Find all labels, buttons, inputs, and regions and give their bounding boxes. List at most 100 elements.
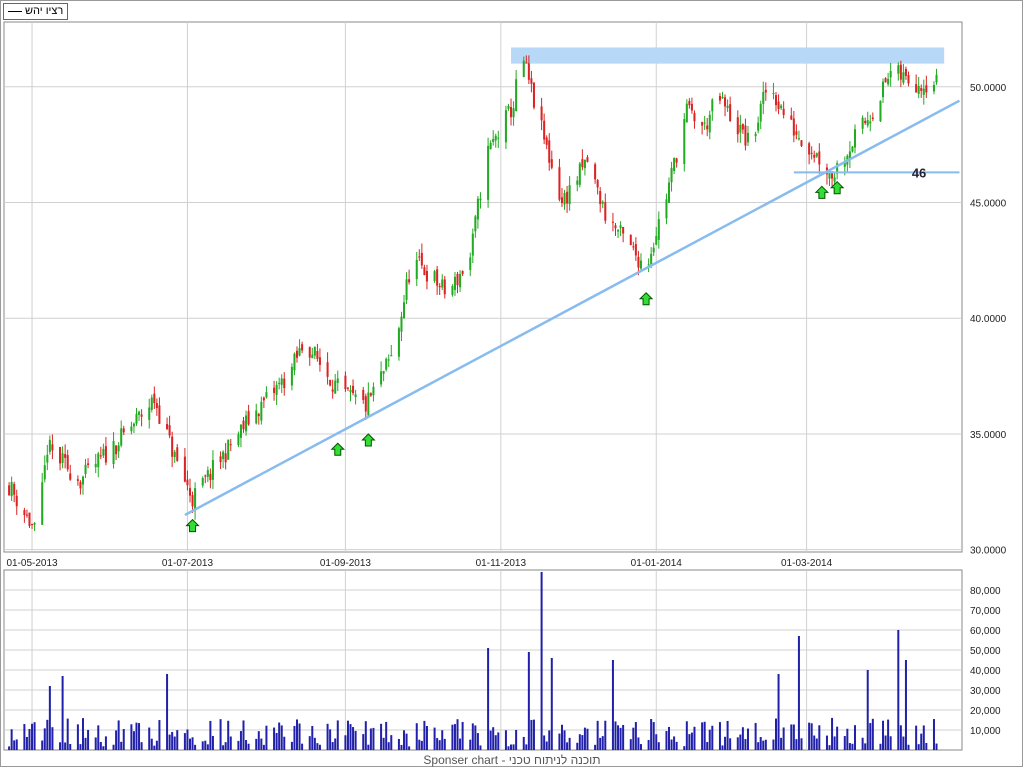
candle-body bbox=[566, 191, 569, 204]
volume-bar bbox=[790, 724, 793, 750]
candle-body bbox=[897, 65, 900, 74]
volume-bar bbox=[494, 735, 497, 750]
legend[interactable]: רציו יהש bbox=[3, 3, 69, 20]
volume-bar bbox=[390, 735, 393, 750]
volume-bar bbox=[425, 726, 428, 750]
volume-bar bbox=[583, 727, 586, 750]
candle-body bbox=[690, 103, 693, 111]
volume-bar bbox=[362, 734, 365, 750]
volume-bar bbox=[729, 738, 732, 750]
volume-bar bbox=[120, 741, 123, 750]
volume-bar bbox=[540, 572, 543, 750]
volume-bar bbox=[650, 719, 653, 750]
volume-bar bbox=[296, 719, 299, 750]
volume-bar bbox=[632, 727, 635, 750]
volume-bar bbox=[349, 724, 352, 750]
volume-bar bbox=[405, 733, 408, 750]
volume-bar bbox=[869, 723, 872, 750]
candle-body bbox=[453, 276, 456, 290]
candle-body bbox=[881, 81, 885, 98]
volume-bar bbox=[507, 746, 510, 750]
candle-body bbox=[397, 328, 400, 357]
volume-bar bbox=[726, 720, 729, 750]
volume-tick-label: 80,000 bbox=[970, 586, 1001, 597]
volume-bar bbox=[599, 737, 602, 750]
volume-bar bbox=[596, 720, 599, 750]
candle-body bbox=[433, 271, 436, 281]
volume-bar bbox=[372, 727, 375, 750]
candle-body bbox=[795, 131, 798, 135]
volume-bar bbox=[117, 720, 120, 750]
volume-bar bbox=[346, 720, 349, 750]
volume-bar bbox=[81, 718, 84, 750]
candle-body bbox=[461, 270, 464, 275]
volume-bar bbox=[843, 736, 846, 750]
resistance-band-layer bbox=[511, 47, 945, 64]
volume-bar bbox=[61, 676, 64, 750]
volume-bar bbox=[135, 722, 138, 750]
volume-bar bbox=[673, 736, 676, 750]
volume-bar bbox=[622, 724, 625, 750]
volume-bar bbox=[104, 736, 107, 750]
support-label: 46 bbox=[912, 165, 926, 180]
candle-body bbox=[329, 379, 332, 386]
volume-bar bbox=[831, 717, 834, 750]
volume-bar bbox=[433, 727, 436, 750]
candle-body bbox=[265, 392, 268, 398]
candle-body bbox=[777, 101, 780, 110]
volume-bar bbox=[690, 732, 693, 750]
candle-body bbox=[171, 436, 174, 457]
volume-bar bbox=[237, 740, 240, 750]
candle-body bbox=[920, 88, 923, 91]
candle-body bbox=[759, 103, 762, 122]
candle-body bbox=[576, 180, 579, 185]
volume-bar bbox=[222, 745, 225, 750]
volume-bar bbox=[851, 743, 854, 750]
candle-body bbox=[59, 446, 62, 464]
candle-body bbox=[204, 475, 207, 477]
candle-body bbox=[456, 273, 459, 286]
candle-body bbox=[64, 454, 67, 458]
candle-body bbox=[372, 386, 375, 396]
candle-body bbox=[792, 118, 795, 136]
x-tick-label: 01-11-2013 bbox=[476, 558, 527, 569]
volume-bar bbox=[670, 739, 673, 750]
volume-bar bbox=[188, 738, 191, 750]
candle-body bbox=[364, 396, 367, 412]
candle-body bbox=[504, 110, 507, 143]
volume-bar bbox=[229, 736, 232, 750]
candle-body bbox=[13, 484, 16, 495]
volume-bar bbox=[183, 733, 186, 750]
volume-bar bbox=[262, 744, 265, 750]
candle-body bbox=[736, 117, 739, 135]
candle-body bbox=[66, 455, 69, 470]
candle-body bbox=[260, 401, 263, 421]
candle-body bbox=[48, 439, 51, 453]
volume-tick-label: 10,000 bbox=[970, 726, 1001, 737]
volume-bar bbox=[545, 741, 548, 750]
candle-body bbox=[336, 378, 339, 383]
candle-body bbox=[522, 60, 525, 77]
volume-bar bbox=[415, 723, 418, 750]
candle-body bbox=[469, 257, 472, 270]
candle-body bbox=[622, 226, 625, 234]
candle-body bbox=[420, 252, 423, 266]
candle-body bbox=[497, 137, 500, 139]
candle-body bbox=[548, 140, 551, 163]
volume-bar bbox=[917, 744, 920, 750]
volume-tick-label: 40,000 bbox=[970, 666, 1001, 677]
volume-bar bbox=[130, 724, 133, 750]
candle-body bbox=[33, 523, 36, 525]
candle-body bbox=[617, 230, 620, 232]
volume-bar bbox=[148, 727, 151, 750]
candle-body bbox=[935, 74, 938, 83]
candle-body bbox=[239, 424, 242, 438]
volume-bar bbox=[652, 722, 655, 750]
candle-body bbox=[97, 453, 100, 468]
volume-bar bbox=[489, 730, 492, 750]
volume-bar bbox=[316, 743, 319, 750]
volume-bar bbox=[46, 719, 49, 750]
resistance-band bbox=[511, 47, 945, 64]
candle-body bbox=[81, 476, 85, 485]
candle-body bbox=[688, 100, 691, 106]
